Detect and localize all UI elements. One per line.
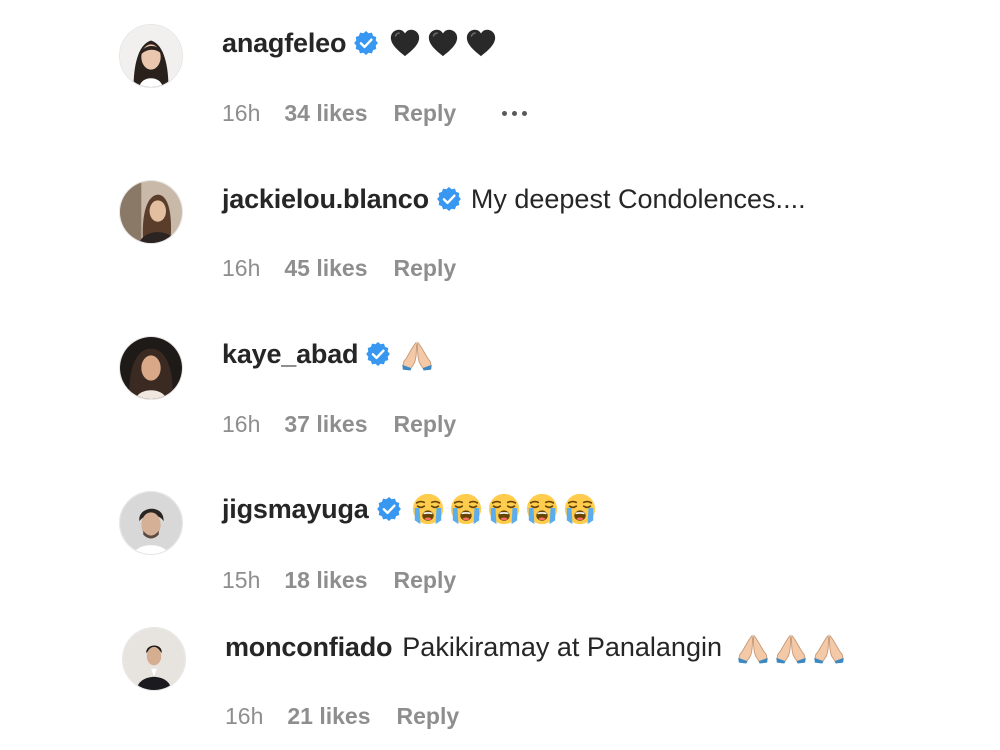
- avatar-image: [120, 181, 182, 243]
- comment-text: Pakikiramay at Panalangin: [402, 631, 722, 662]
- likes-count[interactable]: 45 likes: [284, 255, 367, 282]
- comment-timestamp[interactable]: 16h: [222, 411, 260, 438]
- verified-badge-icon: [354, 31, 378, 55]
- verified-badge-icon: [366, 342, 390, 366]
- avatar-image: [120, 25, 182, 87]
- username[interactable]: kaye_abad: [222, 339, 359, 370]
- loudly-crying-face-icon: [449, 492, 483, 526]
- avatar[interactable]: [119, 491, 183, 555]
- avatar[interactable]: [119, 336, 183, 400]
- avatar-image: [120, 492, 182, 554]
- username[interactable]: jackielou.blanco: [222, 184, 429, 215]
- folded-hands-icon: [400, 337, 434, 371]
- folded-hands-icon: [774, 630, 808, 664]
- comment-text: My deepest Condolences....: [470, 183, 806, 214]
- comment-timestamp[interactable]: 16h: [225, 703, 263, 730]
- reply-button[interactable]: Reply: [394, 100, 457, 127]
- verified-badge-icon: [377, 497, 401, 521]
- comment-timestamp[interactable]: 16h: [222, 255, 260, 282]
- loudly-crying-face-icon: [487, 492, 521, 526]
- reply-button[interactable]: Reply: [394, 411, 457, 438]
- more-options-icon[interactable]: [502, 110, 528, 116]
- comment-timestamp[interactable]: 15h: [222, 567, 260, 594]
- reply-button[interactable]: Reply: [394, 567, 457, 594]
- verified-badge-icon: [437, 187, 461, 211]
- username[interactable]: monconfiado: [225, 632, 392, 663]
- likes-count[interactable]: 37 likes: [284, 411, 367, 438]
- reply-button[interactable]: Reply: [397, 703, 460, 730]
- folded-hands-icon: [736, 630, 770, 664]
- black-heart-icon: [388, 26, 422, 60]
- black-heart-icon: [426, 26, 460, 60]
- comment-timestamp[interactable]: 16h: [222, 100, 260, 127]
- likes-count[interactable]: 34 likes: [284, 100, 367, 127]
- loudly-crying-face-icon: [411, 492, 445, 526]
- likes-count[interactable]: 18 likes: [284, 567, 367, 594]
- avatar[interactable]: [122, 627, 186, 691]
- loudly-crying-face-icon: [563, 492, 597, 526]
- avatar[interactable]: [119, 180, 183, 244]
- username[interactable]: anagfeleo: [222, 28, 346, 59]
- reply-button[interactable]: Reply: [394, 255, 457, 282]
- avatar[interactable]: [119, 24, 183, 88]
- likes-count[interactable]: 21 likes: [287, 703, 370, 730]
- avatar-image: [123, 628, 185, 690]
- folded-hands-icon: [812, 630, 846, 664]
- username[interactable]: jigsmayuga: [222, 494, 369, 525]
- avatar-image: [120, 337, 182, 399]
- black-heart-icon: [464, 26, 498, 60]
- loudly-crying-face-icon: [525, 492, 559, 526]
